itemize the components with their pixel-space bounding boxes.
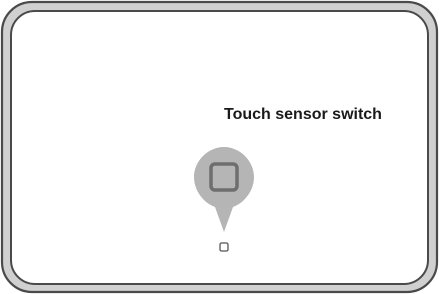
- device-diagram: Touch sensor switch: [0, 0, 439, 294]
- touch-sensor-switch-label: Touch sensor switch: [224, 106, 382, 123]
- device-illustration: [0, 0, 439, 294]
- small-square-switch-icon[interactable]: [219, 242, 229, 252]
